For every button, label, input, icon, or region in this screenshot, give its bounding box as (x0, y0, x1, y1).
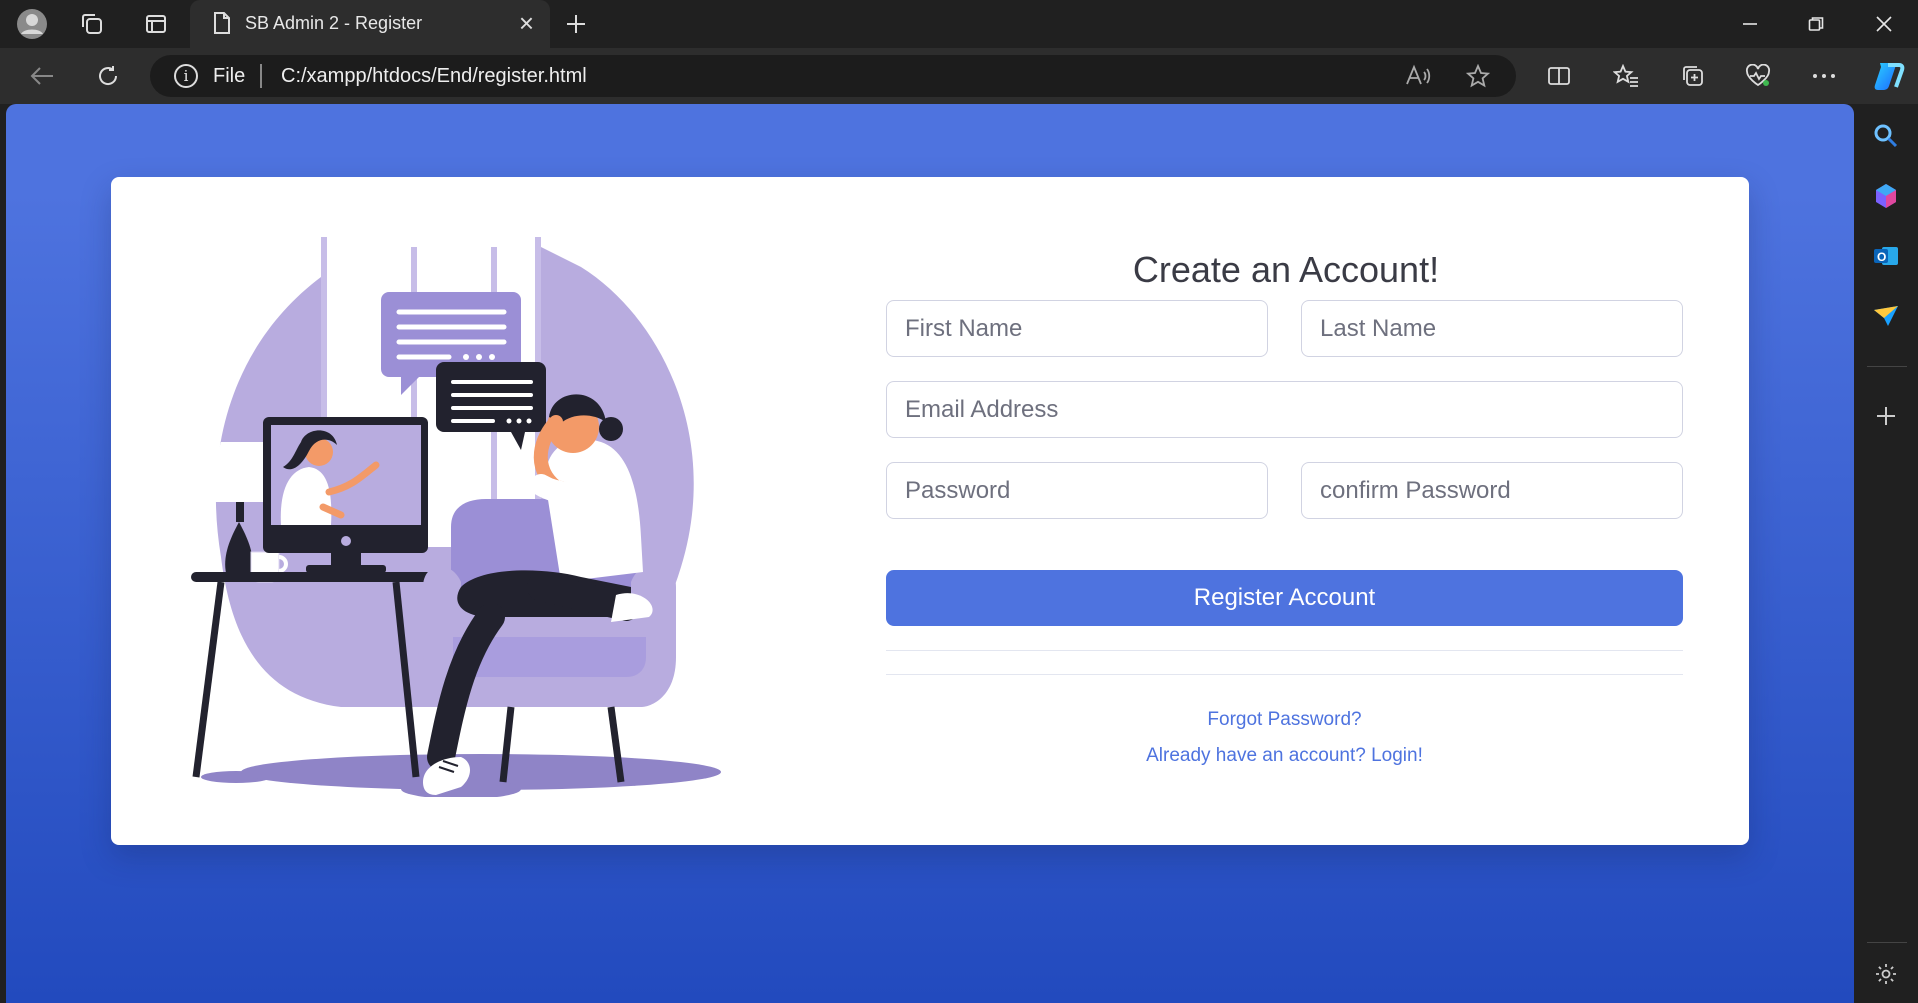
password-input[interactable] (886, 462, 1268, 519)
divider (886, 674, 1683, 675)
outlook-icon[interactable]: O (1869, 239, 1903, 273)
page-icon (212, 11, 232, 40)
address-url[interactable]: C:/xampp/htdocs/End/register.html (281, 65, 587, 88)
send-icon[interactable] (1869, 299, 1903, 333)
login-link[interactable]: Already have an account? Login! (886, 745, 1683, 767)
register-button[interactable]: Register Account (886, 570, 1683, 626)
browser-titlebar: SB Admin 2 - Register × (0, 0, 1918, 48)
forgot-password-link[interactable]: Forgot Password? (886, 709, 1683, 731)
page-title: Create an Account! (1132, 249, 1440, 290)
first-name-input[interactable] (886, 300, 1268, 357)
copilot-icon[interactable] (1870, 57, 1908, 95)
browser-toolbar: i File C:/xampp/htdocs/End/register.html (0, 48, 1918, 104)
last-name-input[interactable] (1301, 300, 1683, 357)
back-icon[interactable] (26, 60, 58, 92)
settings-gear-icon[interactable] (1869, 957, 1903, 991)
therapy-illustration (191, 237, 721, 797)
tab-active[interactable]: SB Admin 2 - Register × (190, 0, 550, 48)
close-tab-icon[interactable]: × (519, 8, 534, 39)
reload-icon[interactable] (92, 60, 124, 92)
favorites-icon[interactable] (1610, 60, 1642, 92)
profile-icon[interactable] (16, 8, 48, 40)
favorite-star-icon[interactable] (1462, 60, 1494, 92)
page-background: Create an Account! Register Account Forg… (6, 104, 1854, 1003)
tab-actions-icon[interactable] (140, 8, 172, 40)
sidebar-divider (1867, 942, 1907, 943)
minimize-icon[interactable] (1730, 6, 1770, 42)
search-icon[interactable] (1869, 119, 1903, 153)
browser-essentials-icon[interactable] (1742, 60, 1774, 92)
divider (886, 650, 1683, 651)
restore-icon[interactable] (1796, 6, 1836, 42)
confirm-password-input[interactable] (1301, 462, 1683, 519)
address-divider (260, 64, 262, 88)
tab-title: SB Admin 2 - Register (245, 13, 423, 33)
address-bar[interactable]: i File C:/xampp/htdocs/End/register.html (150, 55, 1516, 97)
add-icon[interactable] (1869, 399, 1903, 433)
site-info-icon[interactable]: i (174, 64, 198, 88)
split-screen-icon[interactable] (1543, 60, 1575, 92)
copilot-sidebar-icon[interactable] (1869, 179, 1903, 213)
address-scheme: File (213, 65, 246, 87)
collections-icon[interactable] (1677, 60, 1709, 92)
workspaces-icon[interactable] (76, 8, 108, 40)
email-input[interactable] (886, 381, 1683, 438)
svg-text:O: O (1877, 250, 1886, 264)
sidebar-divider (1867, 366, 1907, 367)
more-options-icon[interactable] (1808, 60, 1840, 92)
read-aloud-icon[interactable] (1402, 60, 1434, 92)
register-card: Create an Account! Register Account Forg… (111, 177, 1749, 845)
new-tab-icon[interactable] (560, 8, 592, 40)
browser-sidebar: O (1855, 104, 1918, 1003)
close-window-icon[interactable] (1864, 6, 1904, 42)
